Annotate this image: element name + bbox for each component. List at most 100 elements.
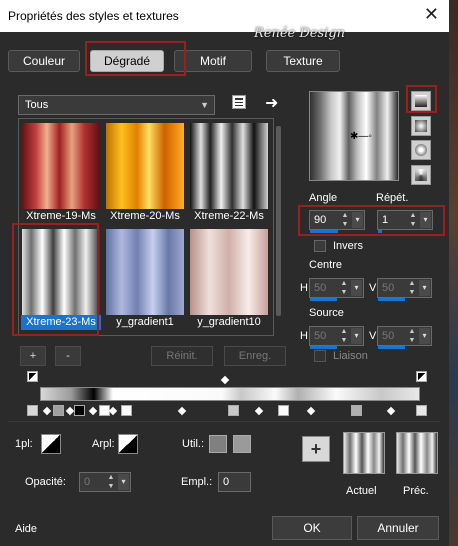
color-stop-marker[interactable]: [278, 405, 289, 416]
tab-degrade[interactable]: Dégradé: [90, 50, 164, 72]
previous-preview[interactable]: [396, 432, 438, 474]
gradient-item[interactable]: Xtreme-22-Ms: [189, 123, 269, 224]
tab-couleur[interactable]: Couleur: [8, 50, 80, 72]
gradient-item-label: Xtreme-20-Ms: [110, 210, 180, 222]
color-stop-marker[interactable]: [27, 405, 38, 416]
angle-stepper[interactable]: 90 ▲ ▼ ▾: [309, 210, 365, 230]
chevron-down-icon[interactable]: ▾: [420, 212, 431, 228]
ok-button[interactable]: OK: [272, 516, 352, 540]
end-marker-icon[interactable]: [416, 371, 427, 382]
midpoint-diamond[interactable]: [65, 406, 75, 416]
color-stop-marker[interactable]: [121, 405, 132, 416]
color-stop-marker[interactable]: [416, 405, 427, 416]
link-label: Liaison: [333, 350, 368, 362]
user-color-swatch-alt[interactable]: [233, 435, 251, 453]
updown-icon[interactable]: ▲ ▼: [407, 279, 417, 297]
radial-style-button[interactable]: [411, 165, 431, 185]
cancel-button[interactable]: Annuler: [357, 516, 439, 540]
chevron-down-icon[interactable]: ▾: [118, 474, 129, 490]
opacity-midpoint-diamond[interactable]: [220, 375, 230, 385]
background-plane-swatch[interactable]: [118, 434, 138, 454]
tab-texture[interactable]: Texture: [266, 50, 340, 72]
current-preview: [343, 432, 385, 474]
chevron-down-icon[interactable]: ▾: [352, 212, 363, 228]
invert-checkbox[interactable]: [314, 240, 326, 252]
close-icon[interactable]: ✕: [424, 4, 439, 25]
chevron-down-icon[interactable]: ▾: [351, 328, 362, 344]
add-stop-button[interactable]: +: [302, 436, 330, 462]
updown-icon[interactable]: ▲ ▼: [407, 327, 417, 345]
reset-button[interactable]: Réinit.: [151, 346, 213, 366]
gradient-item[interactable]: Xtreme-20-Ms: [105, 123, 185, 224]
help-link[interactable]: Aide: [15, 523, 37, 535]
source-h-label: H: [300, 330, 308, 342]
gradient-editor-bar[interactable]: [40, 387, 420, 401]
source-v-value: 50: [382, 330, 395, 342]
tab-bar: Couleur Dégradé Motif Texture: [8, 47, 440, 75]
start-marker-icon[interactable]: [27, 371, 38, 382]
midpoint-diamond[interactable]: [88, 406, 98, 416]
user-color-swatch[interactable]: [209, 435, 227, 453]
midpoint-diamond[interactable]: [108, 406, 118, 416]
scrollbar-thumb[interactable]: [276, 126, 281, 316]
location-field[interactable]: 0: [218, 472, 251, 492]
center-v-value: 50: [382, 282, 395, 294]
repeat-stepper[interactable]: 1 ▲ ▼ ▾: [377, 210, 433, 230]
center-h-label: H: [300, 282, 308, 294]
updown-icon[interactable]: ▲ ▼: [339, 327, 349, 345]
save-button[interactable]: Enreg.: [224, 346, 286, 366]
gradient-item[interactable]: Xtreme-19-Ms: [21, 123, 101, 224]
repeat-slider-fill[interactable]: [378, 230, 382, 233]
gradient-item[interactable]: y_gradient10: [189, 229, 269, 330]
first-plane-label: 1pl:: [15, 438, 33, 450]
category-dropdown[interactable]: Tous ▼: [18, 95, 215, 115]
angle-slider-fill[interactable]: [310, 230, 338, 233]
sunburst-style-button[interactable]: [411, 140, 431, 160]
gradient-item[interactable]: y_gradient1: [105, 229, 185, 330]
source-v-stepper[interactable]: 50 ▲ ▼ ▾: [377, 326, 432, 346]
source-v-slider-fill[interactable]: [378, 346, 405, 349]
gradient-gallery: Xtreme-19-Ms Xtreme-20-Ms Xtreme-22-Ms X…: [18, 118, 274, 336]
source-h-stepper[interactable]: 50 ▲ ▼ ▾: [309, 326, 364, 346]
color-stop-marker[interactable]: [228, 405, 239, 416]
color-stop-marker[interactable]: [53, 405, 64, 416]
add-gradient-button[interactable]: +: [20, 346, 46, 366]
rectangular-style-button[interactable]: [411, 116, 431, 136]
updown-icon[interactable]: ▲ ▼: [340, 211, 350, 229]
updown-icon[interactable]: ▲ ▼: [339, 279, 349, 297]
midpoint-diamond[interactable]: [306, 406, 316, 416]
gradient-swatch: [106, 229, 184, 315]
divider: [8, 421, 440, 422]
tab-motif[interactable]: Motif: [174, 50, 252, 72]
chevron-down-icon[interactable]: ▾: [419, 328, 430, 344]
center-h-stepper[interactable]: 50 ▲ ▼ ▾: [309, 278, 364, 298]
color-stop-marker[interactable]: [351, 405, 362, 416]
source-label: Source: [309, 307, 344, 319]
opacity-stepper[interactable]: 0 ▲ ▼ ▾: [79, 472, 131, 492]
updown-icon[interactable]: ▲ ▼: [106, 473, 116, 491]
gradient-swatch: [22, 123, 100, 209]
crosshair-icon: ✱—◦: [350, 131, 372, 142]
arrow-right-icon[interactable]: ➜: [265, 93, 278, 113]
updown-icon[interactable]: ▲ ▼: [408, 211, 418, 229]
gradient-item-label: Xtreme-23-Ms: [21, 315, 101, 330]
center-h-slider-fill[interactable]: [310, 298, 337, 301]
midpoint-diamond[interactable]: [254, 406, 264, 416]
chevron-down-icon[interactable]: ▾: [351, 280, 362, 296]
color-stop-marker[interactable]: [74, 405, 85, 416]
gradient-item-selected[interactable]: Xtreme-23-Ms: [21, 229, 101, 330]
remove-gradient-button[interactable]: -: [55, 346, 81, 366]
gallery-scrollbar[interactable]: [273, 118, 285, 336]
center-v-label: V: [369, 282, 377, 294]
center-v-stepper[interactable]: 50 ▲ ▼ ▾: [377, 278, 432, 298]
link-checkbox[interactable]: [314, 350, 326, 362]
first-plane-swatch[interactable]: [41, 434, 61, 454]
midpoint-diamond[interactable]: [42, 406, 52, 416]
center-v-slider-fill[interactable]: [378, 298, 405, 301]
linear-style-button[interactable]: [411, 91, 431, 111]
midpoint-diamond[interactable]: [386, 406, 396, 416]
chevron-down-icon[interactable]: ▾: [419, 280, 430, 296]
source-h-slider-fill[interactable]: [310, 346, 337, 349]
library-icon[interactable]: [232, 95, 246, 109]
midpoint-diamond[interactable]: [177, 406, 187, 416]
